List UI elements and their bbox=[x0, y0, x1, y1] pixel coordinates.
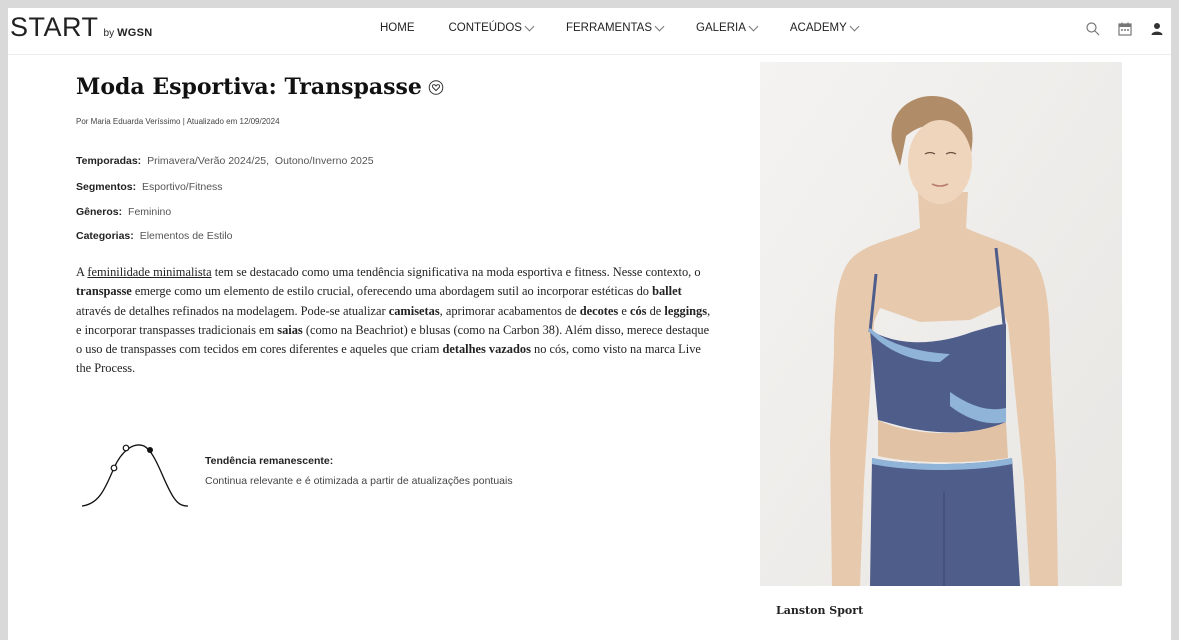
page-title: Moda Esportiva: Transpasse bbox=[76, 74, 422, 100]
meta-generos: Gêneros: Feminino bbox=[76, 206, 171, 218]
nav-conteudos[interactable]: CONTEÚDOS bbox=[448, 21, 535, 34]
body-text-6: e bbox=[618, 303, 630, 318]
meta-generos-value: Feminino bbox=[128, 206, 172, 218]
header-icons bbox=[1085, 21, 1165, 37]
meta-segmentos-value: Esportivo/Fitness bbox=[142, 181, 223, 193]
chevron-down-icon bbox=[849, 21, 860, 32]
meta-categorias: Categorias: Elementos de Estilo bbox=[76, 230, 233, 242]
search-icon[interactable] bbox=[1085, 21, 1101, 37]
nav-home[interactable]: HOME bbox=[380, 22, 415, 34]
body-bold-ballet: ballet bbox=[652, 284, 682, 299]
nav-ferramentas[interactable]: FERRAMENTAS bbox=[565, 21, 665, 34]
user-icon[interactable] bbox=[1149, 21, 1165, 37]
chevron-down-icon bbox=[748, 21, 759, 32]
nav-academy-label: ACADEMY bbox=[789, 22, 847, 34]
meta-temporadas-value: Primavera/Verão 2024/25, Outono/Inverno … bbox=[147, 155, 374, 167]
chevron-down-icon bbox=[654, 21, 665, 32]
body-text-1: A bbox=[76, 265, 88, 279]
product-image bbox=[760, 62, 1122, 586]
body-text-3: emerge como um elemento de estilo crucia… bbox=[131, 284, 653, 299]
meta-categorias-label: Categorias: bbox=[76, 230, 134, 242]
calendar-icon[interactable] bbox=[1117, 21, 1133, 37]
article-body: A feminilidade minimalista tem se destac… bbox=[76, 263, 716, 379]
body-link-feminilidade[interactable]: feminilidade minimalista bbox=[87, 265, 211, 279]
body-bold-saias: saias bbox=[277, 322, 303, 337]
logo-brand: WGSN bbox=[117, 27, 153, 39]
body-bold-transpasse: transpasse bbox=[76, 284, 132, 299]
nav-galeria-label: GALERIA bbox=[696, 22, 746, 34]
nav-home-label: HOME bbox=[380, 22, 415, 34]
heart-icon[interactable] bbox=[428, 79, 444, 95]
nav-ferramentas-label: FERRAMENTAS bbox=[565, 22, 653, 34]
main-nav: HOME CONTEÚDOS FERRAMENTAS GALERIA ACADE… bbox=[380, 21, 891, 34]
body-text-2: tem se destacado como uma tendência sign… bbox=[211, 265, 701, 279]
trend-curve-icon bbox=[78, 434, 198, 514]
meta-categorias-value: Elementos de Estilo bbox=[139, 230, 233, 242]
trend-description: Continua relevante e é otimizada a parti… bbox=[205, 475, 513, 487]
body-text-4: através de detalhes refinados na modelag… bbox=[76, 303, 389, 318]
meta-segmentos-label: Segmentos: bbox=[76, 181, 137, 193]
body-bold-camisetas: camisetas bbox=[388, 303, 440, 318]
nav-galeria[interactable]: GALERIA bbox=[696, 21, 759, 34]
title-row: Moda Esportiva: Transpasse bbox=[76, 74, 444, 100]
body-bold-cos: cós bbox=[629, 303, 647, 318]
meta-segmentos: Segmentos: Esportivo/Fitness bbox=[76, 181, 223, 193]
chevron-down-icon bbox=[524, 21, 535, 32]
logo-by: by bbox=[103, 28, 115, 39]
body-bold-decotes: decotes bbox=[579, 303, 619, 318]
trend-title: Tendência remanescente: bbox=[205, 455, 334, 467]
meta-temporadas: Temporadas: Primavera/Verão 2024/25, Out… bbox=[76, 155, 374, 167]
top-header: START by WGSN HOME CONTEÚDOS FERRAMENTAS… bbox=[8, 8, 1171, 55]
page: START by WGSN HOME CONTEÚDOS FERRAMENTAS… bbox=[8, 8, 1171, 640]
logo[interactable]: START by WGSN bbox=[10, 12, 153, 43]
meta-temporadas-label: Temporadas: bbox=[76, 155, 142, 167]
body-bold-detalhes-vazados: detalhes vazados bbox=[442, 342, 531, 357]
image-caption: Lanston Sport bbox=[776, 604, 864, 617]
body-bold-leggings: leggings bbox=[664, 303, 708, 318]
meta-generos-label: Gêneros: bbox=[76, 206, 123, 218]
body-text-5: , aprimorar acabamentos de bbox=[439, 303, 580, 318]
body-text-7: de bbox=[646, 303, 665, 318]
nav-academy[interactable]: ACADEMY bbox=[789, 21, 860, 34]
logo-start: START bbox=[10, 12, 99, 42]
nav-conteudos-label: CONTEÚDOS bbox=[448, 22, 522, 34]
byline: Por Maria Eduarda Veríssimo | Atualizado… bbox=[76, 117, 280, 126]
